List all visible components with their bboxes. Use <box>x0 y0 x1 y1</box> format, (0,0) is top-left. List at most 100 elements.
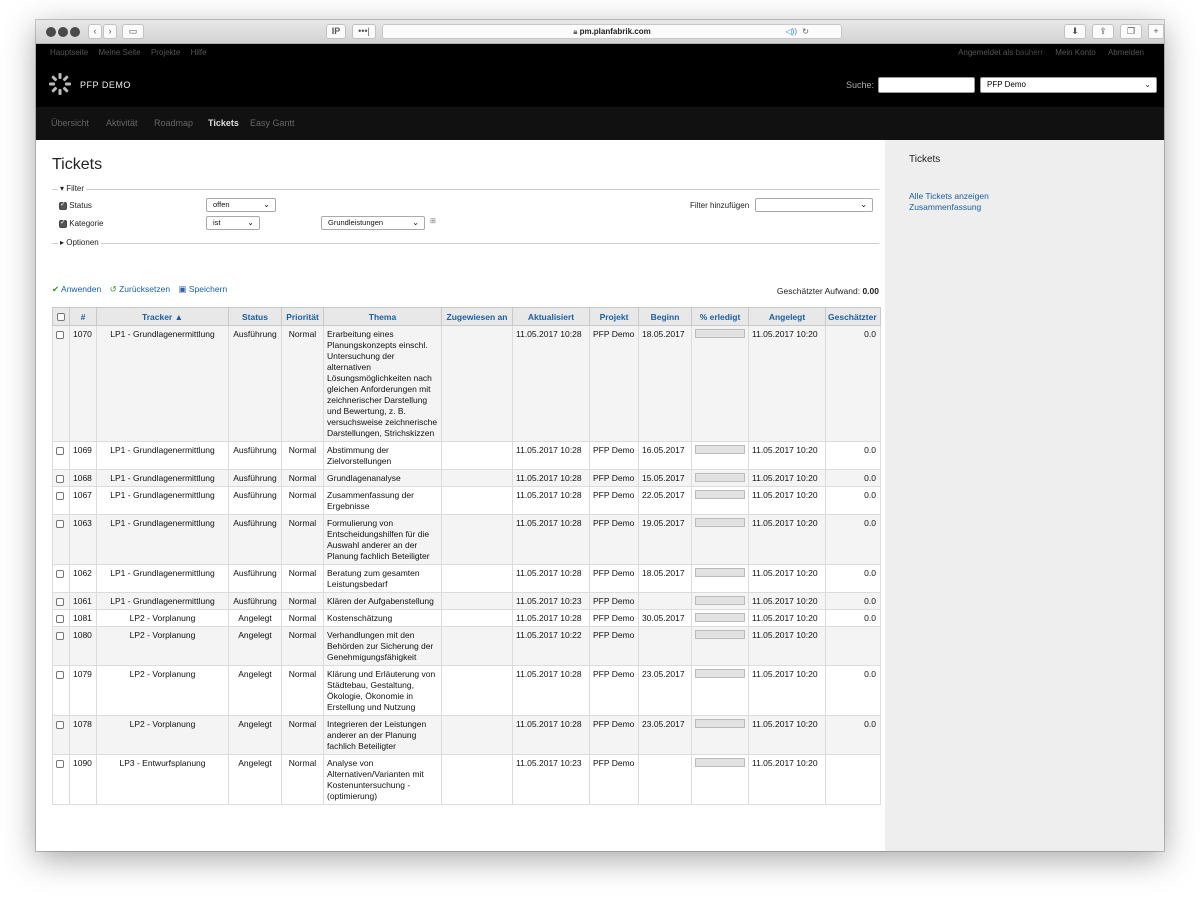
toggle-multiselect-icon[interactable]: ⊞ <box>430 217 436 225</box>
cell-subject[interactable]: Erarbeitung eines Planungskonzepts einsc… <box>323 325 442 442</box>
column-priority[interactable]: Priorität <box>281 307 324 326</box>
close-window-button[interactable] <box>46 27 56 37</box>
cell-subject[interactable]: Klärung und Erläuterung von Städtebau, G… <box>323 665 442 716</box>
cell-id[interactable]: 1068 <box>69 469 97 487</box>
cell-subject[interactable]: Zusammenfassung der Ergebnisse <box>323 486 442 515</box>
cell-subject[interactable]: Grundlagenanalyse <box>323 469 442 487</box>
sidebar-toggle-icon[interactable]: ▭ <box>122 24 144 39</box>
row-checkbox[interactable] <box>56 474 64 483</box>
downloads-icon[interactable]: ⬇ <box>1064 24 1086 39</box>
column-start[interactable]: Beginn <box>638 307 692 326</box>
zoom-window-button[interactable] <box>70 27 80 37</box>
column-done[interactable]: % erledigt <box>691 307 749 326</box>
reload-icon[interactable]: ↻ <box>802 25 809 38</box>
logout-link[interactable]: Abmelden <box>1108 48 1144 57</box>
table-row[interactable]: 1090 LP3 - Entwurfsplanung Angelegt Normal A… <box>52 754 881 805</box>
tab-easy-gantt[interactable]: Easy Gantt <box>250 118 295 128</box>
reset-button[interactable]: ↺ Zurücksetzen <box>110 284 171 294</box>
table-row[interactable]: 1078 LP2 - Vorplanung Angelegt Normal Integr… <box>52 715 881 755</box>
row-checkbox[interactable] <box>56 597 64 606</box>
cell-subject[interactable]: Verhandlungen mit den Behörden zur Siche… <box>323 626 442 666</box>
select-all-header[interactable] <box>52 307 70 326</box>
summary-link[interactable]: Zusammenfassung <box>909 202 981 212</box>
user-link[interactable]: bauherr <box>1015 48 1043 57</box>
cell-id[interactable]: 1067 <box>69 486 97 515</box>
filter-legend[interactable]: ▾ Filter <box>58 184 87 193</box>
tab-ip[interactable]: IP <box>326 24 346 39</box>
audio-icon[interactable]: ◁)) <box>786 25 797 38</box>
row-checkbox[interactable] <box>56 759 64 768</box>
table-row[interactable]: 1068 LP1 - Grundlagenermittlung Ausführung… <box>52 469 881 487</box>
cell-id[interactable]: 1078 <box>69 715 97 755</box>
cell-id[interactable]: 1070 <box>69 325 97 442</box>
cell-id[interactable]: 1063 <box>69 514 97 565</box>
my-account-link[interactable]: Mein Konto <box>1055 48 1095 57</box>
search-input[interactable] <box>878 77 975 93</box>
row-checkbox[interactable] <box>56 446 64 455</box>
cell-subject[interactable]: Abstimmung der Zielvorstellungen <box>323 441 442 470</box>
filter-status-checkbox[interactable] <box>59 200 67 210</box>
filter-kategorie-checkbox[interactable] <box>59 218 67 228</box>
options-legend[interactable]: ▸ Optionen <box>58 238 101 247</box>
cell-id[interactable]: 1079 <box>69 665 97 716</box>
share-icon[interactable]: ⇪ <box>1092 24 1114 39</box>
topmenu-projects[interactable]: Projekte <box>151 48 180 57</box>
column-created[interactable]: Angelegt <box>748 307 826 326</box>
new-tab-icon[interactable]: + <box>1148 24 1164 39</box>
column-status[interactable]: Status <box>228 307 282 326</box>
cell-subject[interactable]: Klären der Aufgabenstellung <box>323 592 442 610</box>
tab-roadmap[interactable]: Roadmap <box>154 118 193 128</box>
tab-tickets[interactable]: Tickets <box>208 118 239 128</box>
cell-id[interactable]: 1061 <box>69 592 97 610</box>
tab-overview[interactable]: Übersicht <box>51 118 89 128</box>
project-jump-select[interactable]: PFP Demo ⌄ <box>980 77 1157 93</box>
back-icon[interactable]: ‹ <box>88 24 102 39</box>
topmenu-my-page[interactable]: Meine Seite <box>98 48 140 57</box>
add-filter-select[interactable]: ⌄ <box>755 198 873 212</box>
kategorie-value-select[interactable]: Grundleistungen ⌄ <box>321 216 425 230</box>
topmenu-home[interactable]: Hauptseite <box>50 48 88 57</box>
cell-subject[interactable]: Beratung zum gesamten Leistungsbedarf <box>323 564 442 593</box>
column-subject[interactable]: Thema <box>323 307 442 326</box>
cell-subject[interactable]: Integrieren der Leistungen anderer an de… <box>323 715 442 755</box>
save-button[interactable]: ▣ Speichern <box>178 284 227 294</box>
address-bar[interactable]: 🔒︎ pm.planfabrik.com ◁)) ↻ <box>382 24 842 39</box>
select-all-checkbox[interactable] <box>57 313 65 322</box>
table-row[interactable]: 1067 LP1 - Grundlagenermittlung Ausführung… <box>52 486 881 515</box>
all-tickets-link[interactable]: Alle Tickets anzeigen <box>909 191 989 201</box>
table-row[interactable]: 1069 LP1 - Grundlagenermittlung Ausführung… <box>52 441 881 470</box>
column-project[interactable]: Projekt <box>589 307 639 326</box>
row-checkbox[interactable] <box>56 330 64 339</box>
cell-subject[interactable]: Analyse von Alternativen/Varianten mit K… <box>323 754 442 805</box>
forward-icon[interactable]: › <box>103 24 117 39</box>
topmenu-help[interactable]: Hilfe <box>191 48 207 57</box>
row-checkbox[interactable] <box>56 614 64 623</box>
cell-id[interactable]: 1090 <box>69 754 97 805</box>
minimize-window-button[interactable] <box>58 27 68 37</box>
table-row[interactable]: 1062 LP1 - Grundlagenermittlung Ausführung… <box>52 564 881 593</box>
status-operator-select[interactable]: offen ⌄ <box>206 198 276 212</box>
tab-overview-button[interactable]: •••| <box>352 24 376 39</box>
tab-activity[interactable]: Aktivität <box>106 118 138 128</box>
column-estimated[interactable]: Geschätzter <box>825 307 881 326</box>
cell-id[interactable]: 1062 <box>69 564 97 593</box>
table-row[interactable]: 1063 LP1 - Grundlagenermittlung Ausführung… <box>52 514 881 565</box>
apply-button[interactable]: ✔ Anwenden <box>52 284 101 294</box>
row-checkbox[interactable] <box>56 670 64 679</box>
cell-subject[interactable]: Formulierung von Entscheidungshilfen für… <box>323 514 442 565</box>
cell-id[interactable]: 1069 <box>69 441 97 470</box>
row-checkbox[interactable] <box>56 519 64 528</box>
row-checkbox[interactable] <box>56 631 64 640</box>
filter-kategorie-label[interactable]: Kategorie <box>59 218 103 228</box>
column-updated[interactable]: Aktualisiert <box>512 307 590 326</box>
table-row[interactable]: 1081 LP2 - Vorplanung Angelegt Normal Kosten… <box>52 609 881 627</box>
table-row[interactable]: 1079 LP2 - Vorplanung Angelegt Normal Klärun… <box>52 665 881 716</box>
filter-status-label[interactable]: Status <box>59 200 92 210</box>
table-row[interactable]: 1080 LP2 - Vorplanung Angelegt Normal Verhan… <box>52 626 881 666</box>
row-checkbox[interactable] <box>56 491 64 500</box>
table-row[interactable]: 1061 LP1 - Grundlagenermittlung Ausführung… <box>52 592 881 610</box>
cell-id[interactable]: 1080 <box>69 626 97 666</box>
column-tracker[interactable]: Tracker ▲ <box>96 307 229 326</box>
cell-id[interactable]: 1081 <box>69 609 97 627</box>
cell-subject[interactable]: Kostenschätzung <box>323 609 442 627</box>
